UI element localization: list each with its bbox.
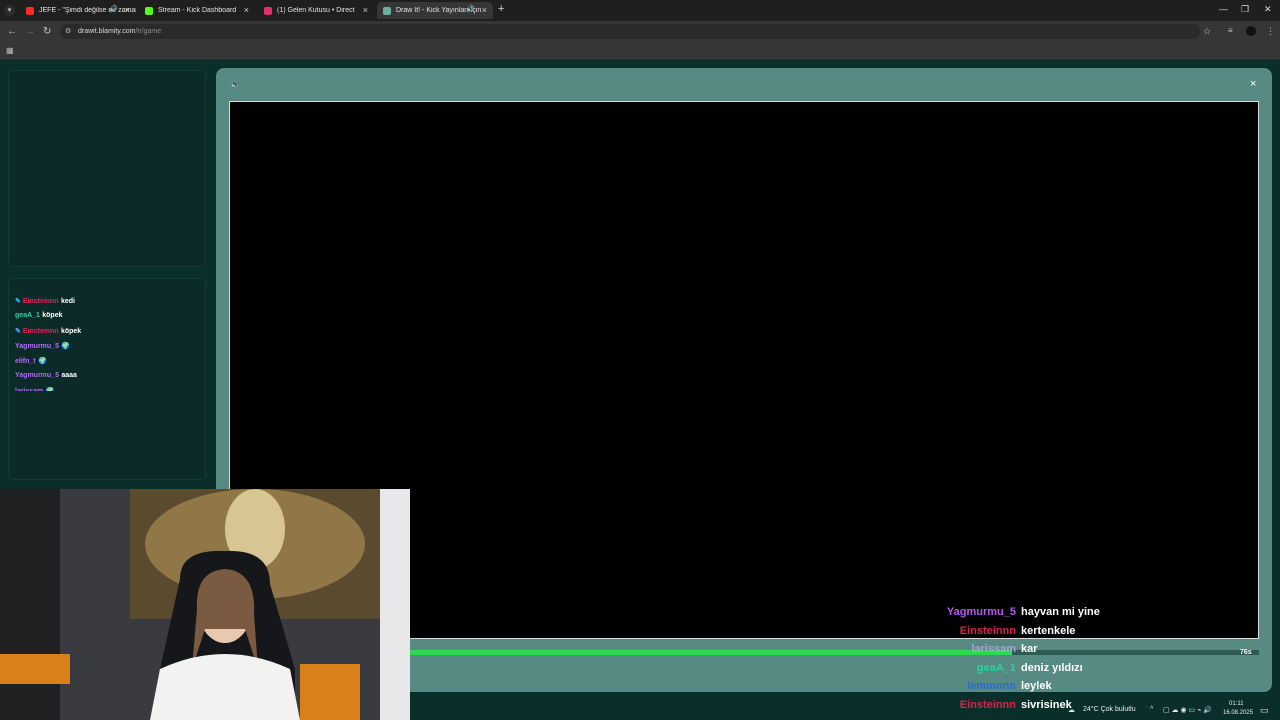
window-close-icon[interactable]: ✕ <box>1264 4 1272 15</box>
weather-icon: ☁ <box>1068 707 1075 714</box>
browser-menu-icon[interactable]: ⋮ <box>1266 26 1275 37</box>
overlay-chat-username: geaA_1 <box>976 662 1016 674</box>
media-control-icon[interactable]: ≡ <box>1228 26 1233 35</box>
bookmark-star-icon[interactable]: ☆ <box>1203 26 1211 37</box>
site-info-icon[interactable]: ⚙ <box>65 24 71 39</box>
address-bar-row: ← → ↻ ⚙ drawit.blamity.com/tr/game ☆ ≡ ⋮ <box>0 21 1280 42</box>
tray-icons[interactable]: ▢ ☁ ◉ ▭ ⌁ 🔊 <box>1163 706 1212 714</box>
clock-time[interactable]: 01:11 <box>1229 701 1244 707</box>
overlay-chat-message: kertenkele <box>1021 625 1076 637</box>
close-tab-icon[interactable]: × <box>244 5 249 15</box>
close-tab-icon[interactable]: × <box>482 5 487 15</box>
overlay-chat-message: sivrisinek <box>1021 699 1072 711</box>
chat-message: ✎ Einsteinnn:kedi <box>15 298 75 305</box>
weather-label[interactable]: 24°C Çok bulutlu <box>1083 706 1136 713</box>
minimize-icon[interactable]: — <box>1219 4 1228 14</box>
pencil-badge-icon: ✎ <box>15 328 21 335</box>
overlay-chat-message: leylek <box>1021 680 1052 692</box>
webcam-video <box>0 489 410 720</box>
tab-kick-dashboard[interactable]: Stream - Kick Dashboard × <box>139 2 255 19</box>
notification-icon[interactable]: ▭ <box>1260 705 1269 716</box>
webcam-image <box>0 489 410 720</box>
restore-icon[interactable]: ❐ <box>1241 4 1249 15</box>
tray-chevron-icon[interactable]: ^ <box>1150 706 1153 713</box>
forward-icon[interactable]: → <box>25 26 35 37</box>
reload-icon[interactable]: ↻ <box>43 26 51 37</box>
overlay-chat-username: larissam <box>971 643 1016 655</box>
bookmarks-bar: ▦ <box>0 42 1280 60</box>
draw-it-icon <box>383 6 391 15</box>
overlay-chat-username: Yagmurmu_5 <box>946 606 1016 618</box>
clock-date[interactable]: 16.08.2025 <box>1223 710 1253 716</box>
chat-message: ✎ Einsteinnn:köpek <box>15 328 82 335</box>
overlay-chat-username: Einsteinnn <box>959 625 1016 637</box>
close-tab-icon[interactable]: × <box>363 5 368 15</box>
chat-message: elifn_t:🌍 <box>15 358 47 365</box>
profile-avatar[interactable] <box>1246 26 1256 36</box>
overlay-chat-message: kar <box>1021 643 1038 655</box>
chat-message: Yagmurmu_5:🌍 <box>15 343 71 350</box>
close-tab-icon[interactable]: × <box>125 5 130 15</box>
close-game-button[interactable]: × <box>1250 78 1256 90</box>
url-field[interactable]: ⚙ drawit.blamity.com/tr/game <box>60 24 1200 39</box>
speaker-icon[interactable]: 🔈 <box>230 80 240 89</box>
youtube-icon <box>26 6 34 15</box>
new-tab-button[interactable]: + <box>498 3 504 15</box>
chat-message: Yagmurmu_5:aaaa <box>15 372 77 379</box>
instagram-icon <box>264 6 272 15</box>
players-panel <box>8 70 206 267</box>
overlay-chat-message: hayvan mi yine <box>1021 606 1100 618</box>
pencil-badge-icon: ✎ <box>15 298 21 305</box>
tab-youtube[interactable]: JEFE - "Şimdi değilse ne zaman 🔊 × <box>20 2 136 19</box>
tab-draw-it[interactable]: Draw It! - Kick Yayınları İçin 🔊 × <box>377 2 493 19</box>
tab-instagram-direct[interactable]: (1) Gelen Kutusu • Direct × <box>258 2 374 19</box>
timer-label: 76s <box>1240 649 1252 656</box>
audio-playing-icon[interactable]: 🔊 <box>109 5 118 13</box>
overlay-chat-username: lemmonn <box>967 680 1016 692</box>
chat-message: larissam:🌍 <box>15 387 54 391</box>
game-chat-panel: ✎ Einsteinnn:kedi geaA_1:köpek ✎ Einstei… <box>8 278 206 480</box>
back-icon[interactable]: ← <box>7 26 17 37</box>
kick-icon <box>145 6 153 15</box>
audio-playing-icon[interactable]: 🔊 <box>466 5 475 13</box>
browser-tab-bar: ▾ JEFE - "Şimdi değilse ne zaman 🔊 × Str… <box>0 0 1280 21</box>
tab-list-button[interactable]: ▾ <box>4 5 15 16</box>
overlay-chat-message: deniz yıldızı <box>1021 662 1083 674</box>
chat-message: geaA_1:köpek <box>15 312 63 319</box>
apps-grid-icon[interactable]: ▦ <box>6 46 14 55</box>
overlay-chat-username: Einsteinnn <box>959 699 1016 711</box>
